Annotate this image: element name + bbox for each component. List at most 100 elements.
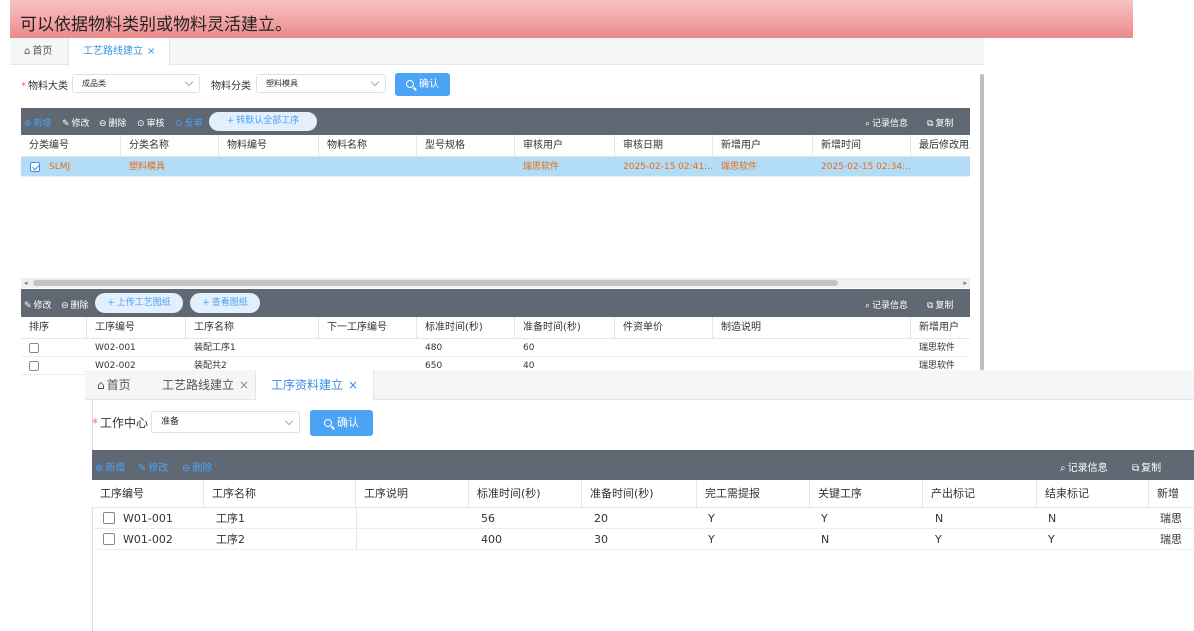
column-header[interactable]: 工序编号 bbox=[92, 480, 204, 508]
column-header[interactable]: 分类名称 bbox=[121, 135, 219, 157]
row-checkbox[interactable] bbox=[103, 533, 115, 545]
row-checkbox[interactable] bbox=[30, 162, 40, 172]
edit-button[interactable]: ✎ 修改 bbox=[62, 116, 90, 129]
process-window: ⌂ 首页 工艺路线建立 × 工序资料建立 × * 工作中心 准备 确认 ⊕ 新增 ✎ 修改 … bbox=[85, 370, 1194, 631]
column-header[interactable]: 工序编号 bbox=[87, 317, 186, 339]
column-header[interactable]: 制造说明 bbox=[713, 317, 911, 339]
confirm-button[interactable]: 确认 bbox=[310, 410, 373, 436]
column-header[interactable]: 结束标记 bbox=[1037, 480, 1149, 508]
column-header[interactable]: 分类编号 bbox=[21, 135, 121, 157]
unaudit-button[interactable]: ⊙ 反审 bbox=[175, 116, 203, 129]
process-toolbar: ✎ 修改 ⊖ 删除 + 上传工艺图纸 + 查看图纸 ⌕ 记录信息 ⧉ 复制 bbox=[21, 289, 970, 317]
audit-button[interactable]: ⊙ 审核 bbox=[137, 116, 165, 129]
edit-button[interactable]: ✎ 修改 bbox=[138, 459, 168, 474]
close-icon[interactable]: × bbox=[239, 378, 249, 392]
tab-home[interactable]: ⌂ 首页 bbox=[24, 38, 52, 65]
tab-routing[interactable]: 工艺路线建立 × bbox=[68, 38, 171, 66]
column-header[interactable]: 新增用户 bbox=[713, 135, 813, 157]
class-select[interactable]: 塑料模具 bbox=[256, 74, 386, 93]
minus-circle-icon: ⊖ bbox=[61, 301, 69, 311]
column-header[interactable]: 件资单价 bbox=[615, 317, 713, 339]
column-header[interactable]: 工序名称 bbox=[204, 480, 356, 508]
arrow-right-icon[interactable]: ▸ bbox=[963, 279, 967, 287]
records-button[interactable]: ⌕ 记录信息 bbox=[1060, 459, 1108, 474]
delete-button[interactable]: ⊖ 删除 bbox=[99, 116, 127, 129]
add-button[interactable]: ⊕ 新增 bbox=[24, 116, 52, 129]
column-header[interactable]: 审核日期 bbox=[615, 135, 713, 157]
horizontal-scrollbar[interactable]: ◂ ▸ bbox=[21, 278, 970, 288]
column-header[interactable]: 物料名称 bbox=[319, 135, 417, 157]
cell-add-user: 瑞思软件 bbox=[721, 162, 758, 172]
add-button[interactable]: ⊕ 新增 bbox=[95, 459, 125, 474]
column-header[interactable]: 工序名称 bbox=[186, 317, 319, 339]
cell-note bbox=[713, 339, 911, 357]
cell-user: 瑞思软件 bbox=[919, 343, 956, 353]
row-checkbox[interactable] bbox=[29, 343, 39, 353]
column-header[interactable]: 物料编号 bbox=[219, 135, 319, 157]
column-header[interactable]: 完工需提报 bbox=[697, 480, 810, 508]
work-center-select[interactable]: 准备 bbox=[151, 411, 300, 433]
table-row[interactable]: W01-001 工序1 56 20 Y Y N N 瑞思 bbox=[92, 508, 1194, 529]
cell-desc bbox=[356, 529, 469, 550]
column-header[interactable]: 产出标记 bbox=[923, 480, 1037, 508]
cell-prep-time: 30 bbox=[594, 533, 608, 546]
cell-audit-user: 瑞思软件 bbox=[523, 162, 560, 172]
plus-icon: + bbox=[107, 298, 115, 308]
column-header[interactable]: 标准时间(秒) bbox=[417, 317, 515, 339]
cell-code: W01-001 bbox=[123, 512, 173, 525]
search-icon bbox=[324, 419, 332, 427]
category-value: 成品类 bbox=[82, 79, 106, 88]
records-button[interactable]: ⌕ 记录信息 bbox=[865, 116, 908, 129]
vertical-scrollbar[interactable] bbox=[980, 74, 984, 420]
tab-process[interactable]: 工序资料建立 × bbox=[255, 370, 375, 401]
routing-window: ⌂ 首页 工艺路线建立 × * 物料大类 成品类 物料分类 塑料模具 确认 ⊕ 新增 ✎… bbox=[10, 38, 984, 420]
category-select[interactable]: 成品类 bbox=[72, 74, 200, 93]
column-header[interactable]: 排序 bbox=[21, 317, 87, 339]
scrollbar-thumb[interactable] bbox=[33, 280, 838, 286]
cell-code: W02-001 bbox=[95, 343, 136, 353]
column-header[interactable]: 新增时间 bbox=[813, 135, 911, 157]
close-icon[interactable]: × bbox=[348, 378, 358, 392]
copy-button[interactable]: ⧉ 复制 bbox=[1132, 459, 1161, 474]
row-checkbox[interactable] bbox=[29, 361, 39, 371]
column-header[interactable]: 新增用户 bbox=[911, 317, 970, 339]
cell-spec bbox=[417, 157, 515, 177]
column-header[interactable]: 最后修改用户 bbox=[911, 135, 970, 157]
column-header[interactable]: 准备时间(秒) bbox=[515, 317, 615, 339]
column-header[interactable]: 关键工序 bbox=[810, 480, 923, 508]
search-icon: ⌕ bbox=[865, 301, 871, 311]
tab-home-label: 首页 bbox=[32, 46, 53, 57]
records-button[interactable]: ⌕ 记录信息 bbox=[865, 298, 908, 311]
column-header[interactable]: 工序说明 bbox=[356, 480, 469, 508]
edit-button[interactable]: ✎ 修改 bbox=[24, 298, 52, 311]
cell-key: N bbox=[821, 533, 830, 546]
column-header[interactable]: 审核用户 bbox=[515, 135, 615, 157]
tab-home-label: 首页 bbox=[106, 378, 131, 392]
copy-button[interactable]: ⧉ 复制 bbox=[927, 298, 953, 311]
delete-button[interactable]: ⊖ 删除 bbox=[61, 298, 89, 311]
arrow-left-icon[interactable]: ◂ bbox=[24, 279, 28, 287]
row-checkbox[interactable] bbox=[103, 512, 115, 524]
column-header[interactable]: 标准时间(秒) bbox=[469, 480, 582, 508]
table-row[interactable]: SLMJ 塑料模具 瑞思软件 2025-02-15 02:41:... 瑞思软件… bbox=[21, 157, 970, 177]
convert-default-button[interactable]: + 转默认全部工序 bbox=[209, 112, 317, 131]
upload-drawing-button[interactable]: + 上传工艺图纸 bbox=[95, 293, 183, 313]
edit-icon: ✎ bbox=[62, 119, 70, 129]
table-row[interactable]: W01-002 工序2 400 30 Y N Y Y 瑞思 bbox=[92, 529, 1194, 550]
copy-button[interactable]: ⧉ 复制 bbox=[927, 116, 953, 129]
delete-button[interactable]: ⊖ 删除 bbox=[182, 459, 212, 474]
tab-routing[interactable]: 工艺路线建立 × bbox=[162, 370, 249, 400]
table-row[interactable]: W02-001 装配工序1 480 60 瑞思软件 bbox=[21, 339, 970, 357]
column-header[interactable]: 下一工序编号 bbox=[319, 317, 417, 339]
column-header[interactable]: 新增 bbox=[1149, 480, 1194, 508]
column-header[interactable]: 准备时间(秒) bbox=[582, 480, 697, 508]
plus-icon: + bbox=[202, 298, 210, 308]
cell-key: Y bbox=[821, 512, 828, 525]
tab-home[interactable]: ⌂ 首页 bbox=[97, 370, 131, 400]
class-value: 塑料模具 bbox=[266, 79, 298, 88]
confirm-button[interactable]: 确认 bbox=[395, 73, 450, 96]
close-icon[interactable]: × bbox=[147, 46, 155, 57]
view-drawing-button[interactable]: + 查看图纸 bbox=[190, 293, 260, 313]
column-header[interactable]: 型号规格 bbox=[417, 135, 515, 157]
tab-routing-label: 工艺路线建立 bbox=[162, 378, 235, 392]
